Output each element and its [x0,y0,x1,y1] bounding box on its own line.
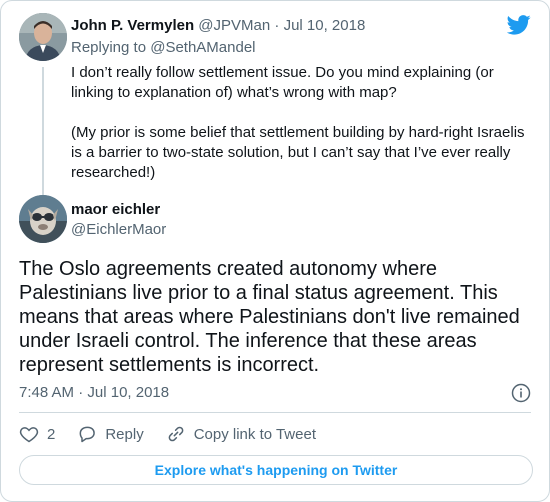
separator-dot: · [78,384,84,401]
tweet-actions: 2 Reply Copy link to Tweet [19,423,338,445]
author-handle[interactable]: @JPVMan [198,17,270,34]
avatar[interactable] [19,13,67,61]
reply-button[interactable]: Reply [77,424,144,444]
tweet-date-link[interactable]: Jul 10, 2018 [284,17,366,34]
heart-icon [19,427,39,443]
author-name[interactable]: John P. Vermylen [71,17,194,34]
copy-link-label: Copy link to Tweet [193,425,316,443]
embedded-tweet-card: John P. Vermylen @JPVMan · Jul 10, 2018 … [0,0,550,502]
parent-tweet-header: John P. Vermylen @JPVMan · Jul 10, 2018 [71,16,365,36]
parent-tweet-paragraph: I don’t really follow settlement issue. … [71,64,494,101]
author-handle[interactable]: @EichlerMaor [71,220,166,240]
like-count: 2 [47,425,56,443]
parent-tweet-paragraph: (My prior is some belief that settlement… [71,124,525,181]
info-icon[interactable] [511,383,531,403]
copy-link-button[interactable]: Copy link to Tweet [166,424,316,444]
separator-dot: · [274,17,280,34]
thread-connector-line [42,67,44,195]
tweet-time: 7:48 AM [19,384,75,401]
divider [19,412,531,413]
tweet-timestamp-link[interactable]: 7:48 AM · Jul 10, 2018 [19,383,169,403]
tweet-date: Jul 10, 2018 [87,384,170,401]
reply-label: Reply [105,425,144,443]
main-tweet-text: The Oslo agreements created autonomy whe… [19,258,520,376]
link-icon [168,426,184,442]
replying-to-label: Replying to [71,39,147,56]
like-button[interactable]: 2 [19,424,55,444]
explore-twitter-button[interactable]: Explore what's happening on Twitter [19,455,533,485]
replying-to: Replying to @SethAMandel [71,38,256,58]
parent-tweet-text: I don’t really follow settlement issue. … [71,63,533,203]
speech-bubble-icon [79,426,96,443]
twitter-bird-icon[interactable] [507,15,531,35]
author-name[interactable]: maor eichler [71,200,160,220]
replying-to-handle-link[interactable]: @SethAMandel [150,39,255,56]
avatar[interactable] [19,195,67,243]
